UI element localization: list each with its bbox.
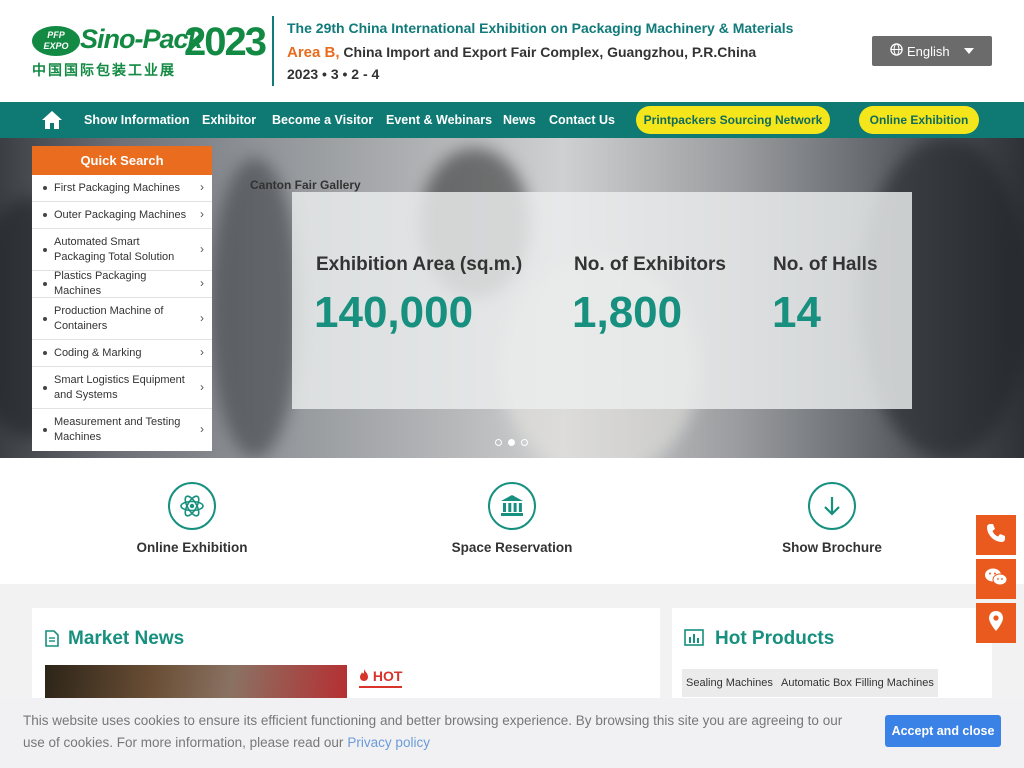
location-pin-icon	[988, 610, 1004, 637]
venue-location: China Import and Export Fair Complex, Gu…	[339, 44, 757, 60]
feature-label: Space Reservation	[451, 540, 573, 555]
carousel-dots	[495, 439, 528, 446]
event-date: 2023 • 3 • 2 - 4	[287, 66, 380, 82]
quick-search-item[interactable]: Outer Packaging Machines ›	[32, 202, 212, 229]
phone-button[interactable]	[976, 515, 1016, 555]
quick-search-item[interactable]: First Packaging Machines ›	[32, 175, 212, 202]
carousel-dot[interactable]	[521, 439, 528, 446]
feature-links-row: Online Exhibition Space Reservation Show…	[0, 458, 1024, 584]
quick-search-item[interactable]: Coding & Marking ›	[32, 340, 212, 367]
nav-become-a-visitor[interactable]: Become a Visitor	[272, 102, 373, 138]
header-divider	[272, 16, 274, 86]
event-venue: Area B, China Import and Export Fair Com…	[287, 44, 756, 61]
quick-search-item-label: Production Machine of Containers	[54, 304, 164, 332]
location-button[interactable]	[976, 603, 1016, 643]
atom-icon	[168, 482, 216, 530]
event-title: The 29th China International Exhibition …	[287, 20, 794, 36]
nav-contact-us[interactable]: Contact Us	[549, 102, 615, 138]
document-icon	[45, 630, 59, 652]
nav-event-webinars[interactable]: Event & Webinars	[386, 102, 492, 138]
bank-icon	[488, 482, 536, 530]
quick-search-item[interactable]: Plastics Packaging Machines ›	[32, 270, 212, 298]
nav-show-information[interactable]: Show Information	[84, 102, 190, 138]
logo-year: 2023	[184, 20, 267, 64]
quick-search-item-label: Measurement and Testing Machines	[54, 416, 181, 443]
stat-label-exhibitors: No. of Exhibitors	[574, 254, 726, 275]
wechat-button[interactable]	[976, 559, 1016, 599]
online-exhibition-link[interactable]: Online Exhibition	[92, 482, 292, 555]
quick-search-title: Quick Search	[32, 146, 212, 175]
site-header: PFP EXPO Sino-Pack 2023 中国国际包装工业展 The 29…	[0, 0, 1024, 102]
show-brochure-link[interactable]: Show Brochure	[732, 482, 932, 555]
feature-label: Show Brochure	[782, 540, 882, 555]
gallery-sign: Canton Fair Gallery	[250, 178, 361, 192]
chevron-right-icon: ›	[200, 310, 204, 325]
printpackers-sourcing-button[interactable]: Printpackers Sourcing Network	[636, 106, 830, 134]
home-icon[interactable]	[41, 110, 63, 130]
phone-icon	[986, 523, 1006, 548]
quick-search-item-label: Outer Packaging Machines	[54, 208, 187, 221]
quick-search-item[interactable]: Measurement and Testing Machines ›	[32, 409, 212, 451]
feature-label: Online Exhibition	[136, 540, 248, 555]
stat-value-exhibitors: 1,800	[572, 288, 683, 337]
chevron-right-icon: ›	[200, 207, 204, 221]
stat-value-area: 140,000	[314, 288, 474, 337]
quick-search-item[interactable]: Production Machine of Containers ›	[32, 298, 212, 340]
hot-label: HOT	[359, 668, 403, 688]
quick-search-item-label: First Packaging Machines	[54, 181, 180, 194]
flame-icon	[359, 668, 373, 684]
globe-icon	[890, 43, 903, 59]
stat-label-area: Exhibition Area (sq.m.)	[316, 254, 523, 275]
cookie-message: This website uses cookies to ensure its …	[23, 710, 853, 754]
hero-crowd-shape	[210, 158, 300, 458]
chevron-right-icon: ›	[200, 422, 204, 436]
carousel-dot-active[interactable]	[508, 439, 515, 446]
hot-products-title: Hot Products	[715, 628, 835, 649]
stat-value-halls: 14	[772, 288, 821, 337]
download-arrow-icon	[808, 482, 856, 530]
badge-line1: PFP	[47, 30, 65, 40]
wechat-icon	[984, 567, 1008, 592]
quick-search-item-label: Plastics Packaging Machines	[54, 270, 147, 297]
quick-search-item[interactable]: Automated Smart Packaging Total Solution…	[32, 229, 212, 271]
product-tag[interactable]: Automatic Box Filling Machines	[777, 669, 938, 697]
badge-line2: EXPO	[43, 41, 69, 51]
hot-label-text: HOT	[372, 668, 403, 684]
chevron-right-icon: ›	[200, 241, 204, 256]
main-nav: Show Information Exhibitor Become a Visi…	[0, 102, 1024, 138]
quick-search-item-label: Coding & Marking	[54, 346, 142, 359]
language-selector[interactable]: English	[872, 36, 992, 66]
caret-down-icon	[964, 48, 974, 54]
quick-search-item[interactable]: Smart Logistics Equipment and Systems ›	[32, 367, 212, 409]
carousel-dot[interactable]	[495, 439, 502, 446]
space-reservation-link[interactable]: Space Reservation	[412, 482, 612, 555]
logo-chinese-name: 中国国际包装工业展	[32, 63, 176, 79]
quick-search-item-label: Automated Smart Packaging Total Solution	[54, 235, 175, 263]
chevron-right-icon: ›	[200, 345, 204, 359]
bar-chart-icon	[684, 629, 704, 651]
chevron-right-icon: ›	[200, 180, 204, 194]
chevron-right-icon: ›	[200, 276, 204, 290]
nav-exhibitor[interactable]: Exhibitor	[202, 102, 256, 138]
chevron-right-icon: ›	[200, 379, 204, 394]
online-exhibition-nav-button[interactable]: Online Exhibition	[859, 106, 979, 134]
nav-news[interactable]: News	[503, 102, 536, 138]
language-label: English	[907, 43, 950, 59]
privacy-policy-link[interactable]: Privacy policy	[347, 735, 430, 750]
cookie-consent-bar: This website uses cookies to ensure its …	[0, 698, 1024, 768]
product-tag[interactable]: Sealing Machines	[682, 669, 777, 697]
sino-pack-logo[interactable]: PFP EXPO Sino-Pack 2023 中国国际包装工业展	[32, 18, 267, 80]
stat-label-halls: No. of Halls	[773, 254, 878, 275]
stats-panel: Exhibition Area (sq.m.) 140,000 No. of E…	[292, 192, 912, 409]
quick-search-panel: Quick Search First Packaging Machines › O…	[32, 146, 212, 451]
quick-search-item-label: Smart Logistics Equipment and Systems	[54, 373, 185, 401]
pfp-expo-badge: PFP EXPO	[32, 26, 80, 56]
accept-cookies-button[interactable]: Accept and close	[885, 715, 1001, 747]
cookie-text: This website uses cookies to ensure its …	[23, 713, 843, 750]
venue-area: Area B,	[287, 44, 340, 61]
market-news-title: Market News	[68, 628, 185, 649]
